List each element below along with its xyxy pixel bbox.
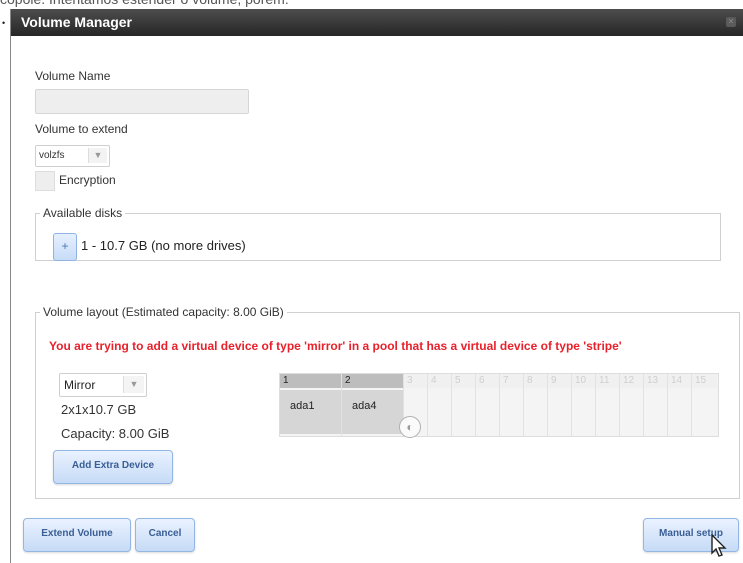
encryption-checkbox[interactable] [35,171,55,191]
grid-column: 8 [524,374,548,436]
grid-column: 11 [596,374,620,436]
grid-column-header: 13 [644,374,667,388]
grid-column-header: 7 [500,374,523,388]
grid-column-header: 15 [692,374,717,388]
grid-column-header: 14 [668,374,691,388]
grid-column-header: 12 [620,374,643,388]
grid-column: 15 [692,374,717,436]
volume-to-extend-select[interactable]: volzfs ▼ [35,145,110,167]
close-icon[interactable]: ✕ [726,17,736,27]
cancel-button[interactable]: Cancel [135,518,195,552]
grid-column: 2 ada4 [342,374,404,436]
layout-type-value: Mirror [64,378,96,392]
grid-column-header: 8 [524,374,547,388]
dialog-titlebar[interactable]: Volume Manager ✕ [11,9,743,36]
grid-column: 4 [428,374,452,436]
available-disks-text: 1 - 10.7 GB (no more drives) [81,238,246,253]
grid-device-cell[interactable]: ada1 [280,390,341,434]
grid-column-header: 4 [428,374,451,388]
grid-column-header: 2 [342,374,403,388]
extend-volume-button[interactable]: Extend Volume [23,518,131,552]
volume-name-input[interactable] [35,89,249,114]
grid-column-header: 5 [452,374,475,388]
mouse-pointer-icon [711,534,727,557]
volume-to-extend-value: volzfs [39,150,65,161]
chevron-down-icon: ▼ [88,148,107,163]
layout-capacity-text: Capacity: 8.00 GiB [61,426,170,441]
available-disks-legend: Available disks [43,206,123,220]
volume-manager-dialog: Volume Manager ✕ Volume Name Volume to e… [10,9,743,563]
grid-column-header: 11 [596,374,619,388]
layout-size-text: 2x1x10.7 GB [61,402,137,417]
volume-name-label: Volume Name [35,69,111,83]
disk-layout-grid[interactable]: 1 ada1 2 ada4 3 4 5 6 7 8 9 10 11 12 13 … [279,373,719,437]
grid-column-header: 9 [548,374,571,388]
grid-device-cell[interactable]: ada4 [342,390,403,434]
grid-column: 9 [548,374,572,436]
grid-column: 14 [668,374,692,436]
add-extra-device-button[interactable]: Add Extra Device [53,450,173,484]
grid-column: 5 [452,374,476,436]
mirror-stripe-warning: You are trying to add a virtual device o… [49,339,622,353]
volume-layout-legend: Volume layout (Estimated capacity: 8.00 … [43,305,284,319]
grid-column: 13 [644,374,668,436]
add-disk-button[interactable]: + [53,233,77,261]
grid-column-header: 6 [476,374,499,388]
grid-column-header: 1 [280,374,341,388]
grid-resize-handle[interactable]: ◐ [399,416,421,438]
dialog-title: Volume Manager [21,14,132,30]
grid-column-header: 3 [404,374,427,388]
layout-type-select[interactable]: Mirror ▼ [59,373,147,397]
bullet-marker: • [2,18,6,28]
grid-column: 12 [620,374,644,436]
grid-column: 7 [500,374,524,436]
grid-column: 1 ada1 [280,374,342,436]
grid-column-header: 10 [572,374,595,388]
volume-to-extend-label: Volume to extend [35,122,128,136]
grid-column: 10 [572,374,596,436]
encryption-label: Encryption [59,173,116,187]
grid-column: 6 [476,374,500,436]
chevron-down-icon: ▼ [123,376,144,393]
